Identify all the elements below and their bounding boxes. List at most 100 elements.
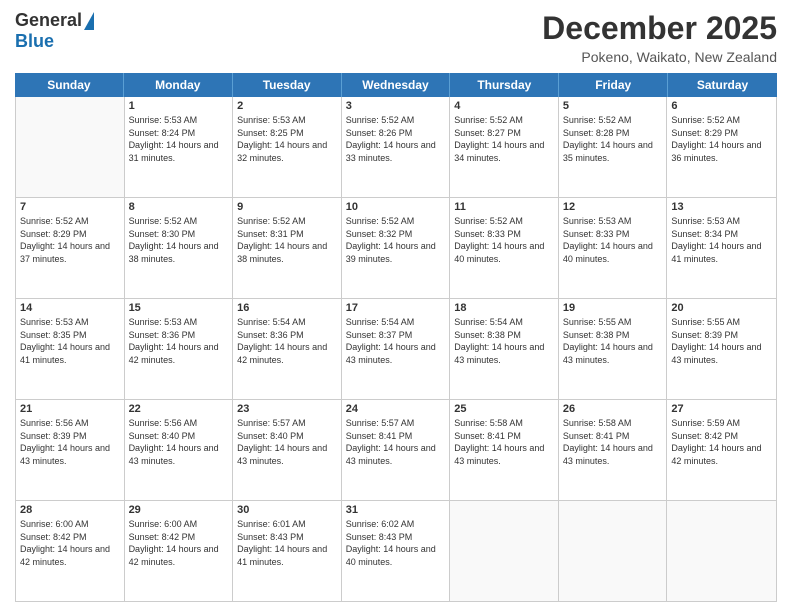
calendar-cell: 20Sunrise: 5:55 AMSunset: 8:39 PMDayligh… [667, 299, 776, 399]
day-number: 29 [129, 504, 229, 516]
calendar-cell: 16Sunrise: 5:54 AMSunset: 8:36 PMDayligh… [233, 299, 342, 399]
sunrise-text: Sunrise: 5:52 AM [237, 215, 337, 228]
day-number: 18 [454, 302, 554, 314]
daylight-text: Daylight: 14 hours and 35 minutes. [563, 139, 663, 164]
sunset-text: Sunset: 8:42 PM [129, 531, 229, 544]
header: General Blue December 2025 Pokeno, Waika… [15, 10, 777, 65]
sunrise-text: Sunrise: 5:53 AM [129, 316, 229, 329]
day-number: 31 [346, 504, 446, 516]
header-day-friday: Friday [559, 73, 668, 97]
day-number: 22 [129, 403, 229, 415]
daylight-text: Daylight: 14 hours and 38 minutes. [237, 240, 337, 265]
sunrise-text: Sunrise: 5:52 AM [454, 215, 554, 228]
calendar-row-3: 14 Sunrise: 5:53 AM Sunset: 8:35 PM Dayligh… [16, 299, 776, 400]
sunrise-text: Sunrise: 5:54 AM [346, 316, 446, 329]
daylight-text: Daylight: 14 hours and 42 minutes. [237, 341, 337, 366]
daylight-text: Daylight: 14 hours and 43 minutes. [346, 442, 446, 467]
day-number: 5 [563, 100, 663, 112]
cell-info: Sunrise: 5:53 AMSunset: 8:33 PMDaylight:… [563, 215, 663, 265]
sunrise-text: Sunrise: 5:59 AM [671, 417, 772, 430]
calendar-cell: 2Sunrise: 5:53 AMSunset: 8:25 PMDaylight… [233, 97, 342, 197]
cell-info: Sunrise: 5:52 AMSunset: 8:31 PMDaylight:… [237, 215, 337, 265]
logo-blue-text: Blue [15, 31, 54, 52]
calendar-row-5: 28Sunrise: 6:00 AMSunset: 8:42 PMDayligh… [16, 501, 776, 601]
sunset-text: Sunset: 8:35 PM [20, 329, 120, 342]
header-day-monday: Monday [124, 73, 233, 97]
sunrise-text: Sunrise: 5:52 AM [346, 215, 446, 228]
sunset-text: Sunset: 8:29 PM [20, 228, 120, 241]
daylight-text: Daylight: 14 hours and 43 minutes. [671, 341, 772, 366]
header-day-thursday: Thursday [450, 73, 559, 97]
day-number: 15 [129, 302, 229, 314]
calendar-cell: 13Sunrise: 5:53 AMSunset: 8:34 PMDayligh… [667, 198, 776, 298]
sunset-text: Sunset: 8:34 PM [671, 228, 772, 241]
cell-info: Sunrise: 6:00 AMSunset: 8:42 PMDaylight:… [129, 518, 229, 568]
day-number: 12 [563, 201, 663, 213]
calendar-cell: 21 Sunrise: 5:56 AMSunset: 8:39 PMDayligh… [16, 400, 125, 500]
calendar-cell [559, 501, 668, 601]
cell-info: Sunrise: 5:56 AMSunset: 8:40 PMDaylight:… [129, 417, 229, 467]
calendar-cell: 5 Sunrise: 5:52 AMSunset: 8:28 PMDaylight… [559, 97, 668, 197]
sunrise-text: Sunrise: 5:53 AM [671, 215, 772, 228]
calendar-body: 1 Sunrise: 5:53 AMSunset: 8:24 PMDaylight… [15, 97, 777, 602]
day-number: 14 [20, 302, 120, 314]
sunrise-text: Sunrise: 5:55 AM [671, 316, 772, 329]
calendar-cell: 14Sunrise: 5:53 AMSunset: 8:35 PMDayligh… [16, 299, 125, 399]
day-number: 21 [20, 403, 120, 415]
cell-info: Sunrise: 5:53 AMSunset: 8:25 PMDaylight:… [237, 114, 337, 164]
daylight-text: Daylight: 14 hours and 31 minutes. [129, 139, 229, 164]
daylight-text: Daylight: 14 hours and 40 minutes. [563, 240, 663, 265]
daylight-text: Daylight: 14 hours and 40 minutes. [346, 543, 446, 568]
calendar-cell: 23Sunrise: 5:57 AMSunset: 8:40 PMDayligh… [233, 400, 342, 500]
sunrise-text: Sunrise: 5:55 AM [563, 316, 663, 329]
day-number: 27 [671, 403, 772, 415]
daylight-text: Daylight: 14 hours and 34 minutes. [454, 139, 554, 164]
daylight-text: Daylight: 14 hours and 38 minutes. [129, 240, 229, 265]
logo-triangle-icon [84, 12, 94, 30]
sunset-text: Sunset: 8:30 PM [129, 228, 229, 241]
sunset-text: Sunset: 8:42 PM [671, 430, 772, 443]
sunset-text: Sunset: 8:43 PM [346, 531, 446, 544]
calendar-cell: 24Sunrise: 5:57 AMSunset: 8:41 PMDayligh… [342, 400, 451, 500]
sunrise-text: Sunrise: 5:54 AM [237, 316, 337, 329]
sunset-text: Sunset: 8:37 PM [346, 329, 446, 342]
cell-info: Sunrise: 5:56 AMSunset: 8:39 PMDaylight:… [20, 417, 120, 467]
sunset-text: Sunset: 8:25 PM [237, 127, 337, 140]
daylight-text: Daylight: 14 hours and 39 minutes. [346, 240, 446, 265]
day-number: 20 [671, 302, 772, 314]
title-block: December 2025 Pokeno, Waikato, New Zeala… [542, 10, 777, 65]
sunset-text: Sunset: 8:33 PM [454, 228, 554, 241]
cell-info: Sunrise: 5:52 AMSunset: 8:28 PMDaylight:… [563, 114, 663, 164]
daylight-text: Daylight: 14 hours and 33 minutes. [346, 139, 446, 164]
sunset-text: Sunset: 8:31 PM [237, 228, 337, 241]
day-number: 17 [346, 302, 446, 314]
daylight-text: Daylight: 14 hours and 37 minutes. [20, 240, 120, 265]
sunrise-text: Sunrise: 5:52 AM [563, 114, 663, 127]
day-number: 1 [129, 100, 229, 112]
daylight-text: Daylight: 14 hours and 42 minutes. [20, 543, 120, 568]
cell-info: Sunrise: 5:57 AMSunset: 8:40 PMDaylight:… [237, 417, 337, 467]
cell-info: Sunrise: 5:55 AMSunset: 8:38 PMDaylight:… [563, 316, 663, 366]
day-number: 16 [237, 302, 337, 314]
cell-info: Sunrise: 5:52 AMSunset: 8:33 PMDaylight:… [454, 215, 554, 265]
sunset-text: Sunset: 8:33 PM [563, 228, 663, 241]
cell-info: Sunrise: 5:52 AMSunset: 8:29 PMDaylight:… [671, 114, 772, 164]
sunrise-text: Sunrise: 6:00 AM [129, 518, 229, 531]
day-number: 26 [563, 403, 663, 415]
cell-info: Sunrise: 5:54 AMSunset: 8:37 PMDaylight:… [346, 316, 446, 366]
day-number: 25 [454, 403, 554, 415]
cell-info: Sunrise: 5:53 AMSunset: 8:24 PMDaylight:… [129, 114, 229, 164]
day-number: 10 [346, 201, 446, 213]
daylight-text: Daylight: 14 hours and 43 minutes. [346, 341, 446, 366]
cell-info: Sunrise: 6:02 AMSunset: 8:43 PMDaylight:… [346, 518, 446, 568]
calendar-cell: 15Sunrise: 5:53 AMSunset: 8:36 PMDayligh… [125, 299, 234, 399]
sunrise-text: Sunrise: 5:53 AM [237, 114, 337, 127]
header-day-tuesday: Tuesday [233, 73, 342, 97]
daylight-text: Daylight: 14 hours and 43 minutes. [20, 442, 120, 467]
sunset-text: Sunset: 8:32 PM [346, 228, 446, 241]
sunrise-text: Sunrise: 5:52 AM [454, 114, 554, 127]
calendar-cell [450, 501, 559, 601]
day-number: 24 [346, 403, 446, 415]
page: General Blue December 2025 Pokeno, Waika… [0, 0, 792, 612]
sunrise-text: Sunrise: 5:54 AM [454, 316, 554, 329]
